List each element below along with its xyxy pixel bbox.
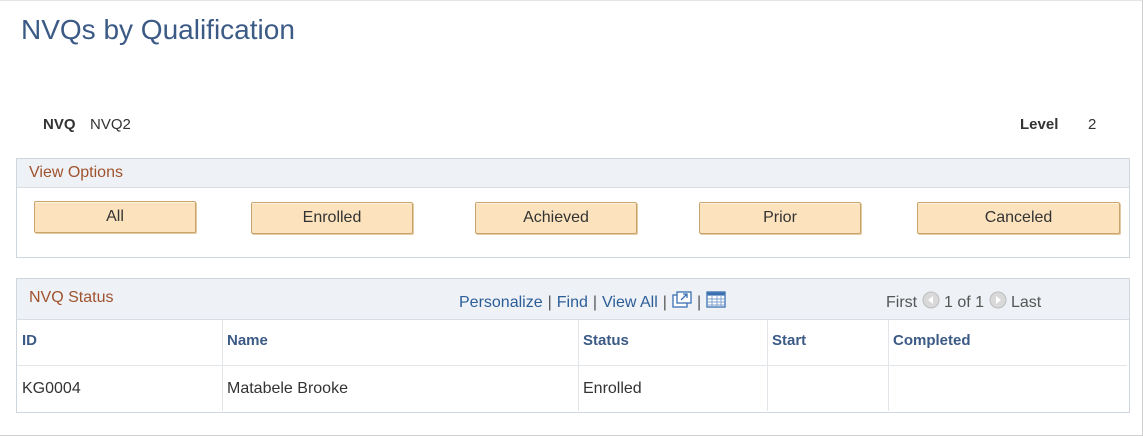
previous-page-icon[interactable] <box>922 291 940 314</box>
page-title: NVQs by Qualification <box>21 14 295 45</box>
column-header-id[interactable]: ID <box>17 320 222 366</box>
toolbar-separator: | <box>547 294 552 311</box>
column-header-start[interactable]: Start <box>767 320 888 366</box>
view-all-link[interactable]: View All <box>602 294 658 311</box>
column-header-name[interactable]: Name <box>222 320 578 366</box>
view-enrolled-button[interactable]: Enrolled <box>251 202 413 234</box>
column-divider <box>578 320 579 411</box>
column-divider <box>767 320 768 411</box>
view-all-button[interactable]: All <box>34 201 196 233</box>
level-value: 2 <box>1088 116 1097 133</box>
nvq-value: NVQ2 <box>90 116 131 133</box>
grid-toolbar: Personalize | Find | View All | | <box>459 291 726 314</box>
grid-pager: First 1 of 1 Last <box>886 291 1041 314</box>
level-label: Level <box>1020 116 1059 133</box>
download-spreadsheet-icon[interactable] <box>706 291 726 314</box>
column-divider <box>222 320 223 411</box>
toolbar-separator: | <box>696 294 702 311</box>
view-achieved-button[interactable]: Achieved <box>475 202 637 234</box>
column-header-status[interactable]: Status <box>578 320 767 366</box>
toolbar-separator: | <box>662 294 667 311</box>
view-options-header: View Options <box>17 159 1129 188</box>
personalize-link[interactable]: Personalize <box>459 294 543 311</box>
next-page-icon[interactable] <box>989 291 1007 314</box>
column-header-completed[interactable]: Completed <box>888 320 1127 366</box>
cell-status: Enrolled <box>583 380 642 397</box>
view-prior-button[interactable]: Prior <box>699 202 861 234</box>
cell-completed <box>888 366 1127 412</box>
page-range: 1 of 1 <box>944 294 985 311</box>
view-canceled-button[interactable]: Canceled <box>917 202 1120 234</box>
cell-id: KG0004 <box>22 380 81 397</box>
toolbar-separator: | <box>592 294 598 311</box>
cell-start <box>767 366 888 412</box>
nvq-status-title: NVQ Status <box>29 289 114 306</box>
column-divider <box>888 320 889 411</box>
cell-name: Matabele Brooke <box>227 380 348 397</box>
first-label[interactable]: First <box>886 294 917 311</box>
view-options-title: View Options <box>29 164 123 181</box>
new-window-icon[interactable] <box>672 291 692 314</box>
nvq-label: NVQ <box>43 116 76 133</box>
last-label[interactable]: Last <box>1011 294 1041 311</box>
find-link[interactable]: Find <box>557 294 588 311</box>
